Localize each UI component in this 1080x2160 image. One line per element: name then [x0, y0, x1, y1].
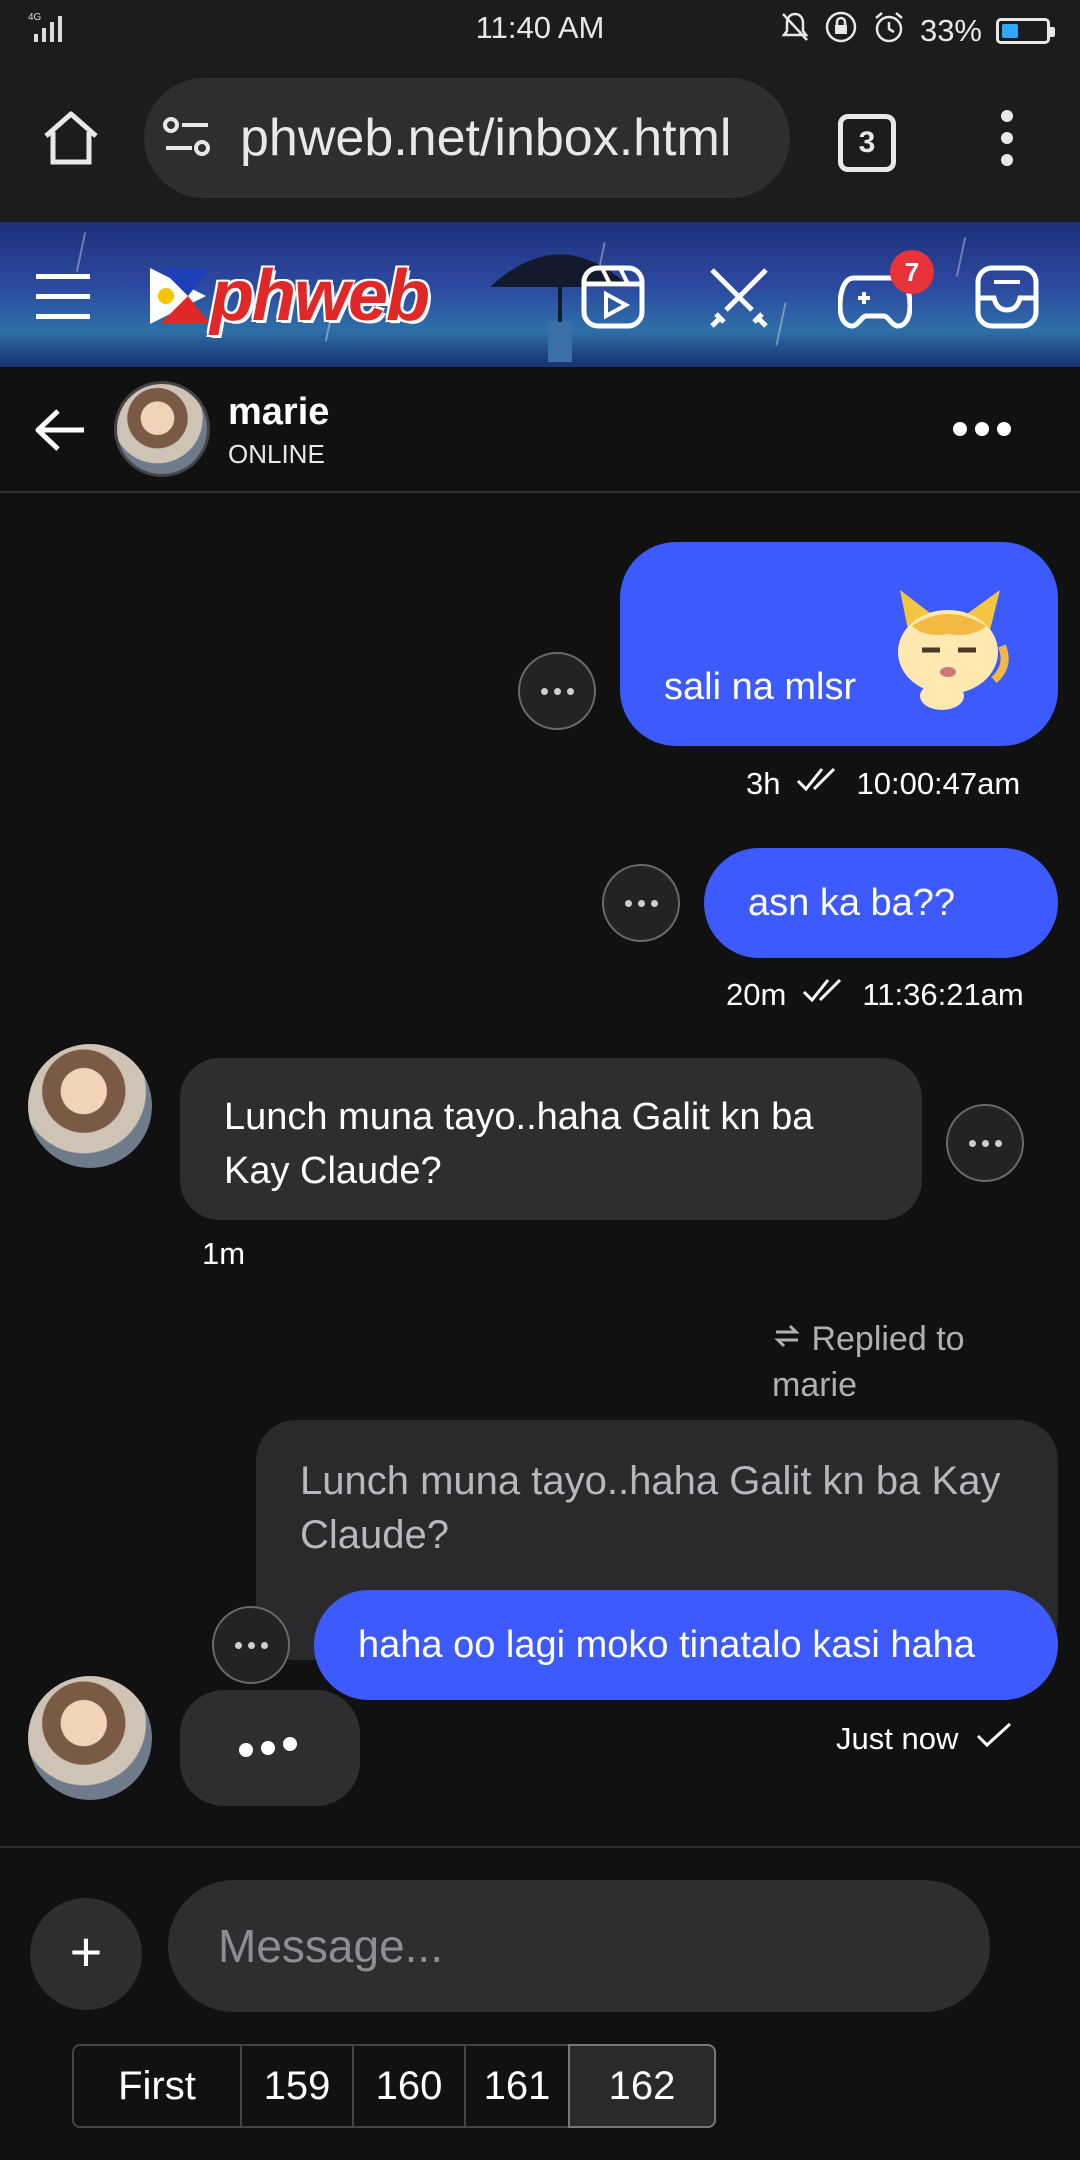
- page-160-button[interactable]: 160: [352, 2044, 466, 2128]
- message-options-button[interactable]: [602, 864, 680, 942]
- sender-avatar[interactable]: [28, 1676, 152, 1800]
- message-bubble-sent[interactable]: asn ka ba??: [704, 848, 1058, 958]
- double-check-icon: [796, 765, 840, 803]
- sender-avatar[interactable]: [28, 1044, 152, 1168]
- home-icon[interactable]: [40, 108, 102, 173]
- more-options-icon[interactable]: [952, 419, 1012, 444]
- browser-toolbar: phweb.net/inbox.html 3: [0, 58, 1080, 222]
- contact-status: ONLINE: [228, 439, 325, 469]
- hamburger-menu-icon[interactable]: [36, 272, 90, 327]
- check-icon: [974, 1720, 1014, 1758]
- reply-label: Replied to marie: [772, 1320, 965, 1404]
- message-meta: Just now: [836, 1720, 1014, 1758]
- message-age: 1m: [202, 1236, 246, 1271]
- page-first-button[interactable]: First: [72, 2044, 242, 2128]
- site-settings-icon[interactable]: [162, 114, 214, 165]
- contact-avatar[interactable]: [114, 381, 210, 477]
- typing-indicator: [180, 1690, 360, 1806]
- mute-bell-icon: [780, 11, 810, 51]
- reels-icon[interactable]: [580, 264, 646, 335]
- philippine-flag-icon: [150, 268, 210, 324]
- address-bar[interactable]: phweb.net/inbox.html: [144, 78, 790, 198]
- inbox-tray-icon[interactable]: [974, 264, 1040, 335]
- message-bubble-sent[interactable]: haha oo lagi moko tinatalo kasi haha: [314, 1590, 1058, 1700]
- cat-sticker-image: [882, 586, 1016, 722]
- kebab-menu-icon[interactable]: [996, 108, 1018, 173]
- divider: [0, 1846, 1080, 1848]
- reply-icon: [772, 1320, 802, 1358]
- site-logo[interactable]: phweb: [150, 252, 430, 340]
- message-options-button[interactable]: [212, 1606, 290, 1684]
- tab-switcher-button[interactable]: 3: [838, 114, 896, 172]
- notification-badge: 7: [890, 250, 934, 294]
- message-timestamp: 11:36:21am: [862, 977, 1024, 1012]
- battery-percent: 33%: [919, 13, 982, 48]
- page-161-button[interactable]: 161: [464, 2044, 570, 2128]
- double-check-icon: [802, 976, 846, 1014]
- message-options-button[interactable]: [946, 1104, 1024, 1182]
- pagination: First 159 160 161 162: [72, 2044, 716, 2128]
- message-timestamp: 10:00:47am: [856, 766, 1021, 801]
- attach-plus-button[interactable]: +: [30, 1898, 142, 2010]
- message-options-button[interactable]: [518, 652, 596, 730]
- battery-icon: [996, 18, 1055, 44]
- message-meta: 3h 10:00:47am: [746, 765, 1020, 803]
- message-age: 20m: [726, 977, 787, 1012]
- message-text: sali na mlsr: [664, 666, 857, 708]
- page-159-button[interactable]: 159: [240, 2044, 354, 2128]
- status-bar: 4G 11:40 AM 33%: [0, 0, 1080, 58]
- contact-name[interactable]: marie: [228, 391, 329, 434]
- message-age: 3h: [746, 766, 781, 801]
- back-arrow-icon[interactable]: [34, 407, 86, 458]
- message-bubble-sent[interactable]: sali na mlsr: [620, 542, 1058, 746]
- url-text[interactable]: phweb.net/inbox.html: [240, 108, 731, 168]
- chat-header: marie ONLINE: [0, 367, 1080, 493]
- message-bubble-received[interactable]: Lunch muna tayo..haha Galit kn ba Kay Cl…: [180, 1058, 922, 1220]
- page-162-button[interactable]: 162: [568, 2044, 716, 2128]
- alarm-icon: [872, 10, 906, 52]
- message-age: Just now: [836, 1721, 959, 1756]
- crossed-swords-icon[interactable]: [706, 264, 772, 335]
- typing-dots-icon: [239, 1737, 297, 1757]
- lock-rotation-icon: [824, 10, 858, 52]
- message-input[interactable]: [168, 1880, 990, 2012]
- message-meta: 20m 11:36:21am: [726, 976, 1024, 1014]
